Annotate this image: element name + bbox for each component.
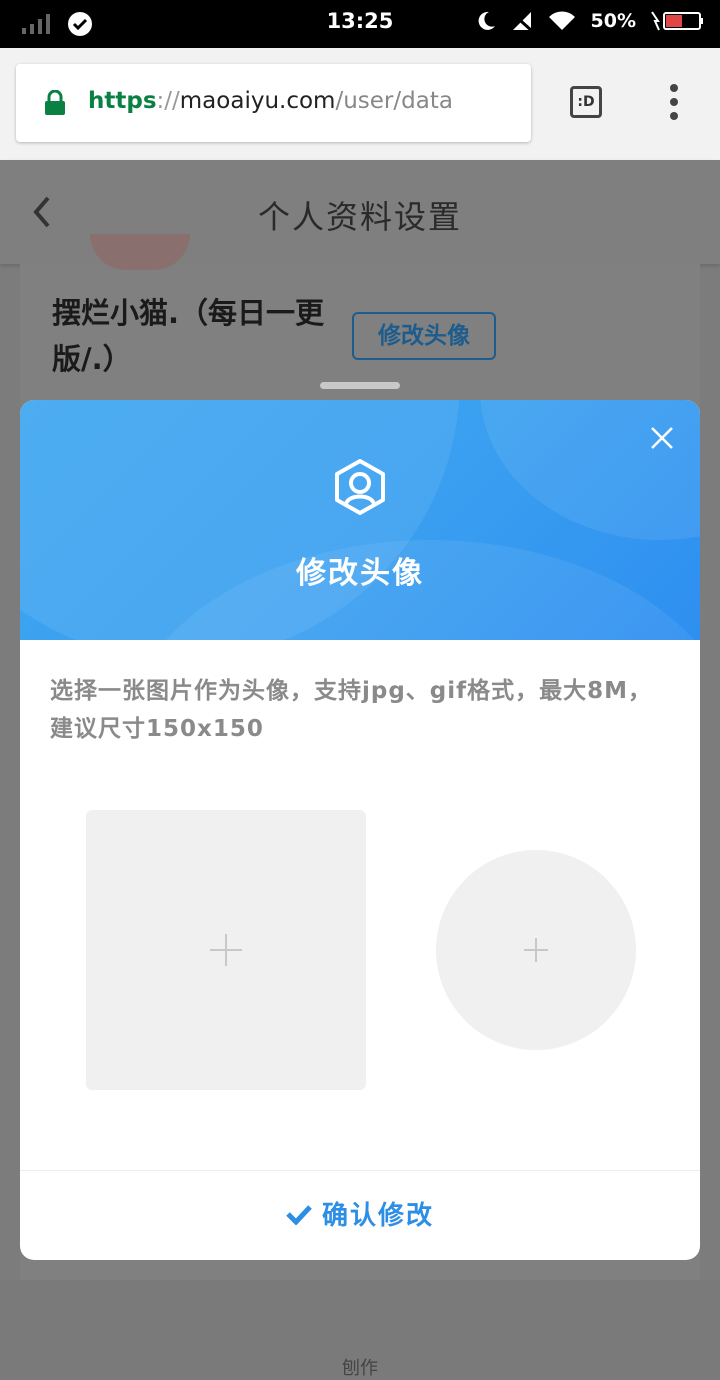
change-avatar-modal: 修改头像 选择一张图片作为头像，支持jpg、gif格式，最大8M，建议尺寸150…: [20, 400, 700, 1260]
confirm-button[interactable]: 确认修改: [20, 1195, 700, 1232]
modal-title: 修改头像: [296, 556, 424, 591]
username: 摆烂小猫.（每日一更版/.）: [52, 296, 325, 376]
url-path: /user/data: [335, 88, 453, 114]
browser-toolbar: https://maoaiyu.com/user/data :D: [0, 48, 720, 160]
avatar: [90, 234, 190, 270]
url-separator: ://: [156, 88, 180, 114]
moon-icon: [478, 11, 495, 30]
drag-handle[interactable]: [320, 382, 400, 389]
lock-icon: [45, 90, 65, 115]
status-bar: 13:25 50%: [0, 0, 720, 48]
plus-icon: [524, 938, 548, 962]
close-icon[interactable]: [650, 426, 674, 450]
bottom-label: 刨作: [342, 1358, 378, 1379]
plus-icon: [210, 934, 242, 966]
address-bar[interactable]: https://maoaiyu.com/user/data: [16, 64, 531, 142]
modal-header: 修改头像: [20, 400, 700, 640]
battery-percent: 50%: [590, 10, 636, 32]
square-avatar-upload[interactable]: [86, 810, 366, 1090]
round-avatar-preview[interactable]: [436, 850, 636, 1050]
check-icon: [286, 1204, 312, 1225]
battery-icon: [651, 11, 703, 31]
no-data-icon: [510, 11, 533, 32]
url-host: maoaiyu.com: [179, 88, 336, 114]
url-scheme: https: [88, 88, 157, 114]
tab-switcher-button[interactable]: :D: [570, 86, 602, 118]
page-title: 个人资料设置: [257, 198, 462, 236]
change-avatar-button[interactable]: 修改头像: [352, 312, 496, 360]
confirm-label: 确认修改: [321, 1201, 434, 1231]
user-hexagon-icon: [335, 459, 385, 515]
upload-instructions: 选择一张图片作为头像，支持jpg、gif格式，最大8M，建议尺寸150x150: [50, 678, 653, 742]
url-text: https://maoaiyu.com/user/data: [88, 88, 453, 114]
wifi-icon: [548, 11, 575, 30]
modal-footer: 确认修改: [20, 1170, 700, 1260]
more-menu-icon[interactable]: [662, 84, 686, 124]
